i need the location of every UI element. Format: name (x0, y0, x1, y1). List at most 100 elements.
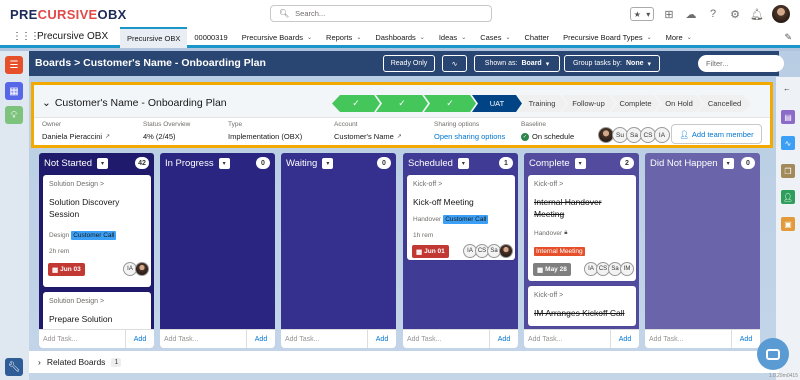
path-step[interactable]: Follow-up (562, 95, 615, 112)
chevron-down-icon[interactable]: ⌄ (687, 34, 692, 41)
edit-nav-icon[interactable]: ✎ (784, 32, 792, 43)
tab-reports[interactable]: Reports ⌄ (319, 27, 368, 48)
add-task-button[interactable]: Add (247, 336, 275, 343)
task-card[interactable]: Kick-off > Internal Handover Meeting Hando… (528, 175, 636, 281)
task-card[interactable]: Kick-off > IM Arranges Kickoff Call (528, 286, 636, 326)
open-sharing-link[interactable]: Open sharing options (434, 132, 505, 141)
path-step[interactable]: Training (518, 95, 566, 112)
plus-icon[interactable]: ⊞ (662, 7, 676, 21)
column-menu-icon[interactable]: ▾ (457, 157, 469, 169)
filter-input[interactable]: Filter... (698, 55, 784, 72)
path-step[interactable]: UAT (472, 95, 522, 112)
chevron-down-icon[interactable]: ⌄ (307, 34, 312, 41)
tab-ideas[interactable]: Ideas ⌄ (432, 27, 473, 48)
assignee-avatar[interactable]: IM (620, 262, 634, 276)
add-task-button[interactable]: Add (611, 336, 639, 343)
team-member-avatar[interactable]: IA (654, 127, 670, 143)
app-launcher-icon[interactable]: ⋮⋮⋮ (12, 31, 40, 42)
group-by-select[interactable]: Group tasks by: None ▾ (564, 55, 660, 72)
breadcrumb[interactable]: Boards > Customer's Name - Onboarding Pl… (35, 57, 266, 69)
tab-cases[interactable]: Cases ⌄ (473, 27, 517, 48)
task-parent[interactable]: Kick-off > (534, 181, 563, 188)
path-step[interactable]: ✓ (376, 95, 428, 112)
assignee-photo[interactable] (499, 244, 513, 258)
external-link-icon[interactable]: ↗ (397, 133, 402, 140)
add-task-button[interactable]: Add (490, 336, 518, 343)
task-title[interactable]: Internal Handover Meeting (534, 196, 632, 220)
add-task-input[interactable]: Add Task... (160, 329, 247, 348)
user-avatar[interactable] (772, 5, 790, 23)
shown-as-select[interactable]: Shown as: Board ▾ (474, 55, 560, 72)
chevron-down-icon[interactable]: ⌄ (461, 34, 466, 41)
column-menu-icon[interactable]: ▾ (218, 157, 230, 169)
task-title[interactable]: Kick-off Meeting (413, 196, 511, 208)
help-icon[interactable]: ? (706, 7, 720, 21)
add-task-input[interactable]: Add Task... (281, 329, 368, 348)
add-task-input[interactable]: Add Task... (524, 329, 611, 348)
column-menu-icon[interactable]: ▾ (97, 157, 109, 169)
chevron-down-icon[interactable]: ⌄ (356, 34, 361, 41)
task-card[interactable]: Solution Design > Solution Discovery Sess… (43, 175, 151, 287)
chevron-down-icon[interactable]: ⌄ (42, 97, 51, 109)
contacts-icon[interactable]: 👤︎ (781, 190, 795, 204)
list-icon[interactable]: ☰ (5, 56, 23, 74)
precursive-logo[interactable]: PRECURSIVEOBX (10, 7, 127, 22)
chevron-down-icon[interactable]: ⌄ (505, 34, 510, 41)
chevron-down-icon[interactable]: ⌄ (647, 34, 652, 41)
add-task-input[interactable]: Add Task... (403, 329, 490, 348)
lightbulb-icon[interactable]: 💡︎ (5, 106, 23, 124)
task-card[interactable]: Kick-off > Kick-off Meeting Handover Custom… (407, 175, 515, 260)
path-step[interactable]: ✓ (332, 95, 380, 112)
task-title[interactable]: IM Arranges Kickoff Call (534, 307, 632, 319)
column-menu-icon[interactable]: ▾ (574, 157, 586, 169)
tab-precursive-obx[interactable]: Precursive OBX (120, 27, 188, 48)
tab-chatter[interactable]: Chatter (518, 27, 557, 48)
task-title[interactable]: Prepare Solution (49, 313, 147, 325)
board-icon[interactable]: ▦ (5, 82, 23, 100)
global-search-input[interactable]: 🔍︎ Search... (270, 5, 492, 22)
collapse-arrow-icon[interactable]: ← (783, 84, 791, 93)
wrench-icon[interactable]: 🔧︎ (5, 358, 23, 376)
account-value[interactable]: Customer's Name (334, 132, 394, 141)
column-menu-icon[interactable]: ▾ (722, 157, 734, 169)
path-step[interactable]: Complete (611, 95, 660, 112)
chat-help-button[interactable] (757, 338, 789, 370)
add-team-member-button[interactable]: 👤︎ Add team member (671, 124, 762, 144)
tab-precursive-board-types[interactable]: Precursive Board Types ⌄ (556, 27, 659, 48)
layout-icon[interactable]: ▣ (781, 217, 795, 231)
ready-only-button[interactable]: Ready Only (383, 55, 435, 72)
path-step[interactable]: On Hold (656, 95, 702, 112)
tab-00000319[interactable]: 00000319 (187, 27, 234, 48)
details-icon[interactable]: ▤ (781, 110, 795, 124)
bell-icon[interactable]: 🔔︎ (750, 7, 764, 21)
chevron-down-icon[interactable]: ⌄ (420, 34, 425, 41)
add-task-input[interactable]: Add Task... (39, 329, 126, 348)
task-title[interactable]: Solution Discovery Session (49, 196, 147, 220)
tab-precursive-boards[interactable]: Precursive Boards ⌄ (235, 27, 319, 48)
task-parent[interactable]: Solution Design > (49, 181, 104, 188)
favorites-button[interactable]: ★ ▾ (630, 7, 654, 21)
tab-dashboards[interactable]: Dashboards ⌄ (368, 27, 431, 48)
column-menu-icon[interactable]: ▾ (322, 157, 334, 169)
owner-value[interactable]: Daniela Pieraccini (42, 132, 102, 141)
cloud-icon[interactable]: ☁ (684, 7, 698, 21)
task-parent[interactable]: Kick-off > (413, 181, 442, 188)
files-icon[interactable]: ❐ (781, 164, 795, 178)
related-boards[interactable]: › Related Boards 1 (29, 351, 779, 373)
task-parent[interactable]: Kick-off > (534, 292, 563, 299)
gear-icon[interactable]: ⚙ (728, 7, 742, 21)
add-task-input[interactable]: Add Task... (645, 329, 732, 348)
task-card[interactable]: Solution Design > Prepare Solution (43, 292, 151, 332)
pulse-icon[interactable]: ∿ (442, 55, 467, 72)
path-step[interactable]: Cancelled (698, 95, 751, 112)
add-task-button[interactable]: Add (126, 336, 154, 343)
task-parent[interactable]: Solution Design > (49, 298, 104, 305)
assignee-photo[interactable] (135, 262, 149, 276)
time-remaining: 1h rem (413, 232, 434, 239)
tab-more[interactable]: More ⌄ (659, 27, 699, 48)
add-task-button[interactable]: Add (732, 336, 760, 343)
activity-icon[interactable]: ∿ (781, 136, 795, 150)
add-task-button[interactable]: Add (368, 336, 396, 343)
path-step[interactable]: ✓ (424, 95, 476, 112)
external-link-icon[interactable]: ↗ (105, 133, 110, 140)
